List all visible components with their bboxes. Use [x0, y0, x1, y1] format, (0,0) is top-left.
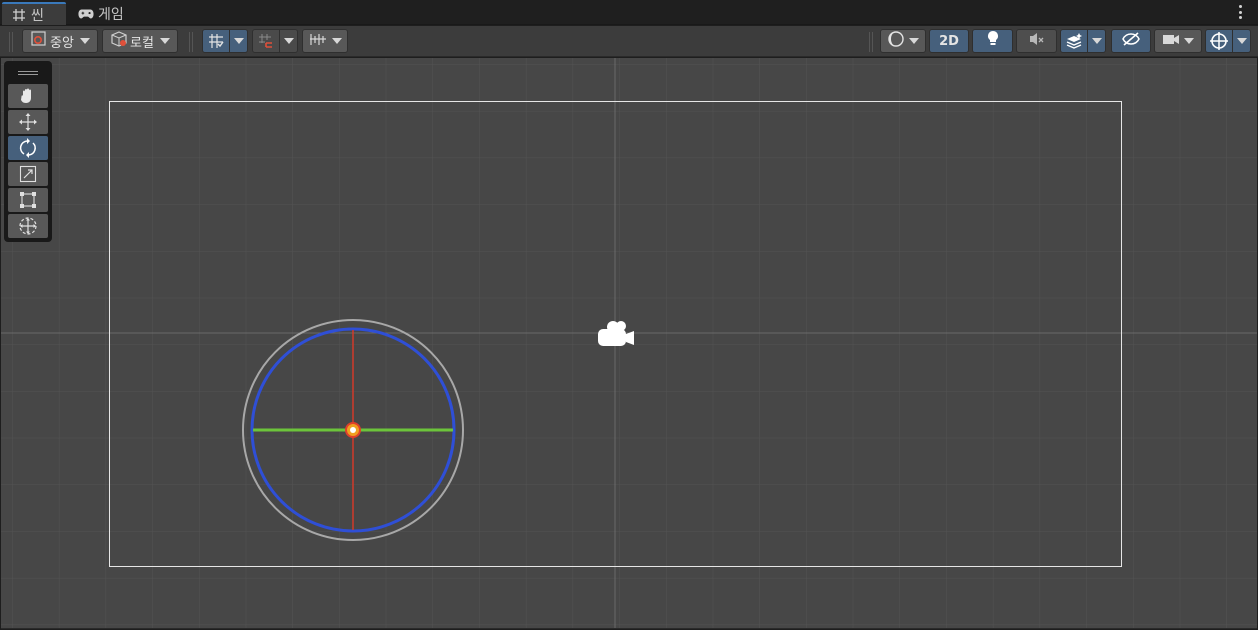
increment-snap-dropdown[interactable]	[302, 29, 348, 53]
tab-scene[interactable]: 씬	[2, 2, 66, 25]
pivot-mode-label: 중앙	[50, 35, 74, 51]
scene-canvas[interactable]	[1, 58, 1257, 629]
gamepad-icon	[78, 6, 94, 22]
rect-tool-icon	[20, 192, 36, 208]
chevron-down-icon	[283, 38, 294, 44]
effects-options-dropdown[interactable]	[1088, 29, 1106, 53]
chevron-down-icon	[79, 38, 90, 44]
tool-hand[interactable]	[8, 84, 48, 108]
chevron-down-icon	[909, 38, 919, 44]
grid-icon	[209, 34, 224, 48]
chevron-down-icon	[1236, 38, 1247, 44]
move-icon	[19, 113, 37, 131]
toolbar-grip	[869, 32, 873, 52]
lighting-toggle[interactable]	[972, 29, 1013, 53]
audio-mute-icon	[1028, 31, 1046, 51]
2d-mode-toggle[interactable]: 2D	[929, 29, 969, 53]
eye-hidden-icon	[1121, 31, 1141, 51]
local-cube-icon	[110, 30, 128, 52]
transform-icon	[19, 217, 37, 235]
space-mode-dropdown[interactable]: 로컬	[102, 29, 178, 53]
scene-toolbar: 중앙 로컬 2D	[0, 26, 1258, 57]
tab-bar: 씬 게임	[0, 0, 1258, 25]
effects-button[interactable]	[1060, 29, 1088, 53]
tool-scale[interactable]	[8, 162, 48, 186]
scale-icon	[19, 165, 37, 183]
shading-sphere-icon	[887, 30, 905, 52]
space-mode-label: 로컬	[130, 35, 154, 51]
tab-game[interactable]: 게임	[72, 2, 142, 25]
tab-scene-label: 씬	[31, 7, 44, 24]
chevron-down-icon	[159, 38, 170, 44]
chevron-down-icon	[233, 38, 244, 44]
pivot-center-dot	[350, 427, 356, 433]
magnet-grid-icon	[259, 34, 272, 48]
audio-toggle[interactable]	[1016, 29, 1057, 53]
gizmo-crosshair-icon	[1210, 32, 1228, 50]
scene-visibility-toggle[interactable]	[1111, 29, 1151, 53]
overlay-drag-handle[interactable]	[8, 64, 48, 82]
snap-toggle[interactable]	[252, 29, 298, 53]
chevron-down-icon	[332, 38, 342, 44]
scene-viewport[interactable]	[1, 58, 1257, 629]
draw-mode-dropdown[interactable]	[880, 29, 926, 53]
grid-snap-button[interactable]	[202, 29, 230, 53]
chevron-down-icon	[1184, 38, 1194, 44]
effects-toggle[interactable]	[1060, 29, 1106, 53]
grid-icon	[11, 7, 27, 23]
chevron-down-icon	[1091, 38, 1102, 44]
toolbar-grip	[9, 32, 13, 52]
gizmos-button[interactable]	[1205, 29, 1233, 53]
tools-overlay	[4, 61, 52, 242]
tool-rect[interactable]	[8, 188, 48, 212]
ruler-icon	[308, 31, 328, 51]
rotate-icon	[19, 138, 36, 158]
toolbar-grip	[189, 32, 193, 52]
2d-mode-label: 2D	[939, 33, 959, 49]
scene-grid	[1, 58, 1257, 628]
scene-camera-dropdown[interactable]	[1154, 29, 1202, 53]
tool-move[interactable]	[8, 110, 48, 134]
kebab-menu-icon[interactable]	[1236, 4, 1244, 20]
snap-button[interactable]	[252, 29, 280, 53]
tool-rotate[interactable]	[8, 136, 48, 160]
gizmos-options-dropdown[interactable]	[1233, 29, 1251, 53]
grid-options-dropdown[interactable]	[230, 29, 248, 53]
snap-options-dropdown[interactable]	[280, 29, 298, 53]
lightbulb-icon	[986, 30, 1000, 52]
pivot-center-icon	[30, 30, 48, 52]
video-camera-icon	[1162, 32, 1180, 50]
tool-transform[interactable]	[8, 214, 48, 238]
tab-game-label: 게임	[98, 6, 124, 23]
gizmos-toggle[interactable]	[1205, 29, 1251, 53]
layers-sparkle-icon	[1066, 33, 1082, 49]
hand-icon	[21, 88, 31, 103]
pivot-mode-dropdown[interactable]: 중앙	[22, 29, 98, 53]
grid-visibility-toggle[interactable]	[202, 29, 248, 53]
